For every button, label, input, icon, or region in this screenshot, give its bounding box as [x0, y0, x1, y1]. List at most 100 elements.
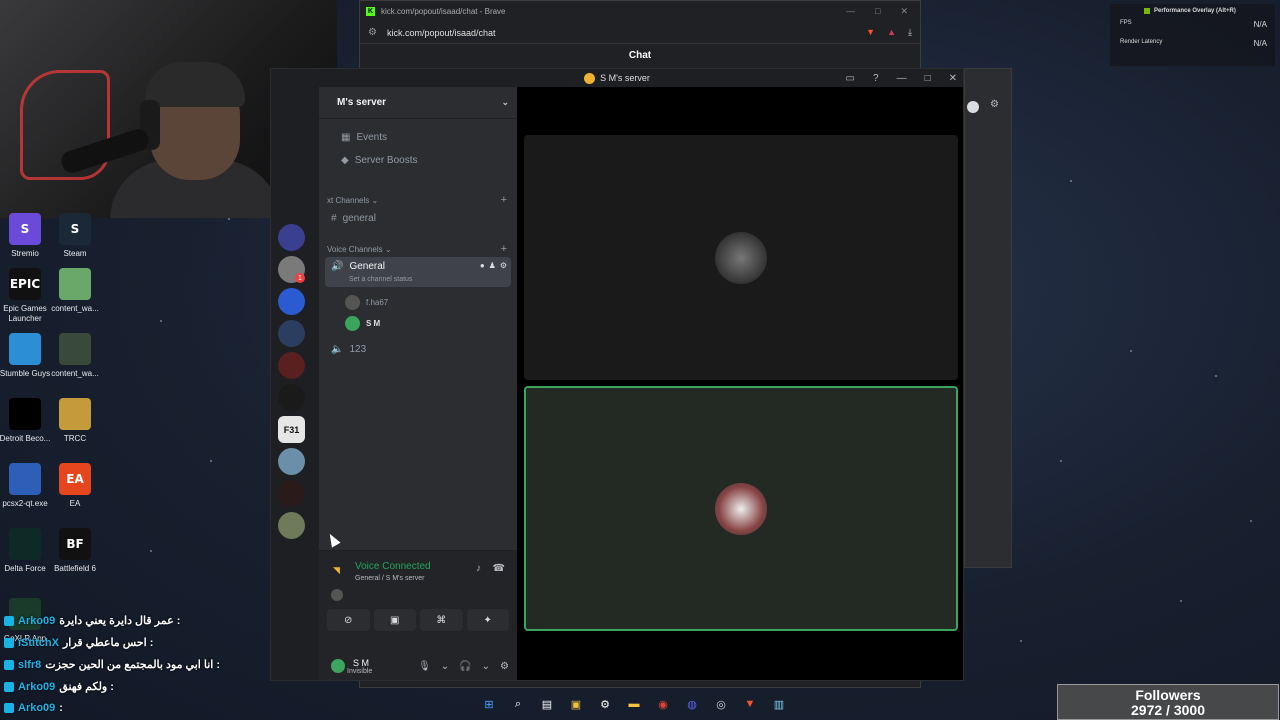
- voice-connected-label[interactable]: Voice Connected: [355, 561, 431, 572]
- channel-name: 123: [349, 343, 367, 355]
- screen-share-button[interactable]: ▣: [373, 609, 416, 631]
- close-icon[interactable]: ✕: [900, 6, 908, 17]
- nav-server-boosts[interactable]: ◆ Server Boosts: [341, 155, 418, 166]
- gamepad-icon: ⌘: [436, 614, 447, 626]
- server-icon[interactable]: [278, 512, 305, 539]
- chat-text: انا ابي مود بالمجتمع من الحين حجزت :: [45, 659, 221, 671]
- minimize-icon[interactable]: —: [897, 73, 907, 84]
- user-panel[interactable]: S M Invisible 🎙 ⌄ 🎧 ⌄ ⚙: [319, 652, 517, 680]
- avatar[interactable]: [329, 657, 347, 675]
- close-icon[interactable]: ✕: [949, 73, 957, 84]
- app-icon: [9, 463, 41, 495]
- chat-text: احس ماعطي قرار :: [62, 637, 154, 649]
- maximize-icon[interactable]: □: [875, 6, 880, 17]
- task-view-icon[interactable]: ▤: [538, 695, 556, 713]
- site-settings-icon[interactable]: ⚙: [368, 27, 377, 38]
- signal-icon[interactable]: ◥: [333, 565, 340, 576]
- search-icon[interactable]: ⌕: [509, 695, 527, 713]
- chevron-down-icon[interactable]: ⌄: [501, 97, 509, 108]
- hash-icon: #: [331, 212, 337, 224]
- server-icon[interactable]: [278, 320, 305, 347]
- followers-goal: Followers 2972 / 3000: [1057, 684, 1279, 720]
- minimize-icon[interactable]: —: [846, 6, 855, 17]
- voice-channel-123[interactable]: 🔈 123: [325, 339, 511, 359]
- notepad-icon[interactable]: ▥: [770, 695, 788, 713]
- chat-message: Arko09:: [4, 702, 63, 714]
- activities-button[interactable]: ⌘: [420, 609, 463, 631]
- help-icon[interactable]: ?: [873, 73, 879, 84]
- screen-share-icon: ▣: [390, 614, 400, 626]
- profile-icon[interactable]: [967, 101, 979, 113]
- chrome-icon[interactable]: ◉: [654, 695, 672, 713]
- server-icon[interactable]: F31: [278, 416, 305, 443]
- store-icon[interactable]: ▣: [567, 695, 585, 713]
- channel-status[interactable]: Set a channel status: [349, 276, 412, 283]
- discord-icon[interactable]: ◍: [683, 695, 701, 713]
- desktop-shortcut[interactable]: EA EA: [45, 463, 105, 509]
- noise-suppression-icon[interactable]: ♪: [476, 563, 481, 574]
- desktop-shortcut[interactable]: S Steam: [45, 213, 105, 259]
- metric-label: Render Latency: [1120, 39, 1163, 45]
- user-status: Invisible: [347, 667, 373, 675]
- shortcut-label: Battlefield 6: [54, 564, 96, 573]
- soundboard-button[interactable]: ✦: [466, 609, 509, 631]
- gear-icon[interactable]: ⚙: [500, 661, 509, 672]
- shortcut-label: TRCC: [63, 434, 87, 443]
- desktop-shortcut[interactable]: TRCC: [45, 398, 105, 444]
- brave-rewards-icon[interactable]: ▲: [887, 27, 896, 38]
- shortcut-label: content_wa...: [51, 369, 99, 378]
- url-text[interactable]: kick.com/popout/isaad/chat: [387, 28, 496, 38]
- chat-bubble-icon[interactable]: ●: [480, 261, 485, 270]
- download-icon[interactable]: ⤓: [908, 27, 912, 38]
- server-header[interactable]: M's server ⌄: [319, 87, 517, 119]
- voice-channels-category[interactable]: Voice Channels ⌄ +: [327, 243, 507, 255]
- add-member-icon[interactable]: ♟: [489, 261, 496, 270]
- app-icon: [59, 268, 91, 300]
- discord-window[interactable]: S M's server ▭ ? — □ ✕ 1 F31 M's server ⌄…: [270, 68, 964, 681]
- server-icon[interactable]: [278, 480, 305, 507]
- desktop-shortcut[interactable]: BF Battlefield 6: [45, 528, 105, 574]
- chat-message: Arko09 ولكم فهنق :: [4, 680, 114, 693]
- maximize-icon[interactable]: □: [925, 73, 931, 84]
- voice-channel-general[interactable]: 🔊 General Set a channel status ● ♟ ⚙: [325, 257, 511, 287]
- address-bar[interactable]: ⚙ kick.com/popout/isaad/chat ▼ ▲ ⤓: [360, 22, 920, 44]
- steam-icon[interactable]: ◎: [712, 695, 730, 713]
- chat-text: عمر قال دايرة يعني دايرة :: [59, 615, 181, 627]
- text-channels-category[interactable]: xt Channels ⌄ +: [327, 194, 507, 206]
- microphone-icon[interactable]: 🎙: [418, 661, 431, 672]
- server-icon[interactable]: [278, 384, 305, 411]
- settings-icon[interactable]: ⚙: [596, 695, 614, 713]
- file-explorer-icon[interactable]: ▬: [625, 695, 643, 713]
- server-icon[interactable]: [278, 224, 305, 251]
- video-tile[interactable]: [524, 135, 958, 380]
- add-channel-icon[interactable]: +: [501, 243, 507, 255]
- brave-icon[interactable]: ▼: [741, 695, 759, 713]
- chevron-down-icon[interactable]: ⌄: [441, 661, 449, 672]
- nav-boosts-label: Server Boosts: [354, 155, 418, 166]
- camera-button[interactable]: ⊘: [327, 609, 370, 631]
- desktop-shortcut[interactable]: content_wa...: [45, 333, 105, 379]
- avatar: [331, 589, 343, 601]
- chat-text: :: [59, 702, 63, 714]
- add-channel-icon[interactable]: +: [501, 194, 507, 206]
- server-icon[interactable]: [278, 288, 305, 315]
- channel-general-text[interactable]: # general: [325, 208, 511, 228]
- desktop-shortcut[interactable]: content_wa...: [45, 268, 105, 314]
- brave-shield-icon[interactable]: ▼: [866, 27, 875, 38]
- app-icon: BF: [59, 528, 91, 560]
- server-list: 1 F31: [271, 87, 319, 680]
- voice-member[interactable]: S M: [345, 316, 380, 331]
- server-icon[interactable]: [278, 352, 305, 379]
- video-tile-speaking[interactable]: [524, 386, 958, 631]
- windows-start-icon[interactable]: ⊞: [480, 695, 498, 713]
- gear-icon[interactable]: ⚙: [990, 99, 999, 110]
- nav-events[interactable]: ▦ Events: [341, 132, 387, 143]
- performance-overlay: Performance Overlay (Alt+R) FPS N/A Rende…: [1110, 4, 1275, 66]
- gear-icon[interactable]: ⚙: [500, 261, 507, 270]
- disconnect-icon[interactable]: ☎: [493, 563, 505, 574]
- server-icon[interactable]: [278, 448, 305, 475]
- inbox-icon[interactable]: ▭: [846, 73, 855, 84]
- voice-member[interactable]: f.ha67: [345, 295, 388, 310]
- headphones-icon[interactable]: 🎧: [459, 661, 471, 672]
- chevron-down-icon[interactable]: ⌄: [482, 661, 490, 672]
